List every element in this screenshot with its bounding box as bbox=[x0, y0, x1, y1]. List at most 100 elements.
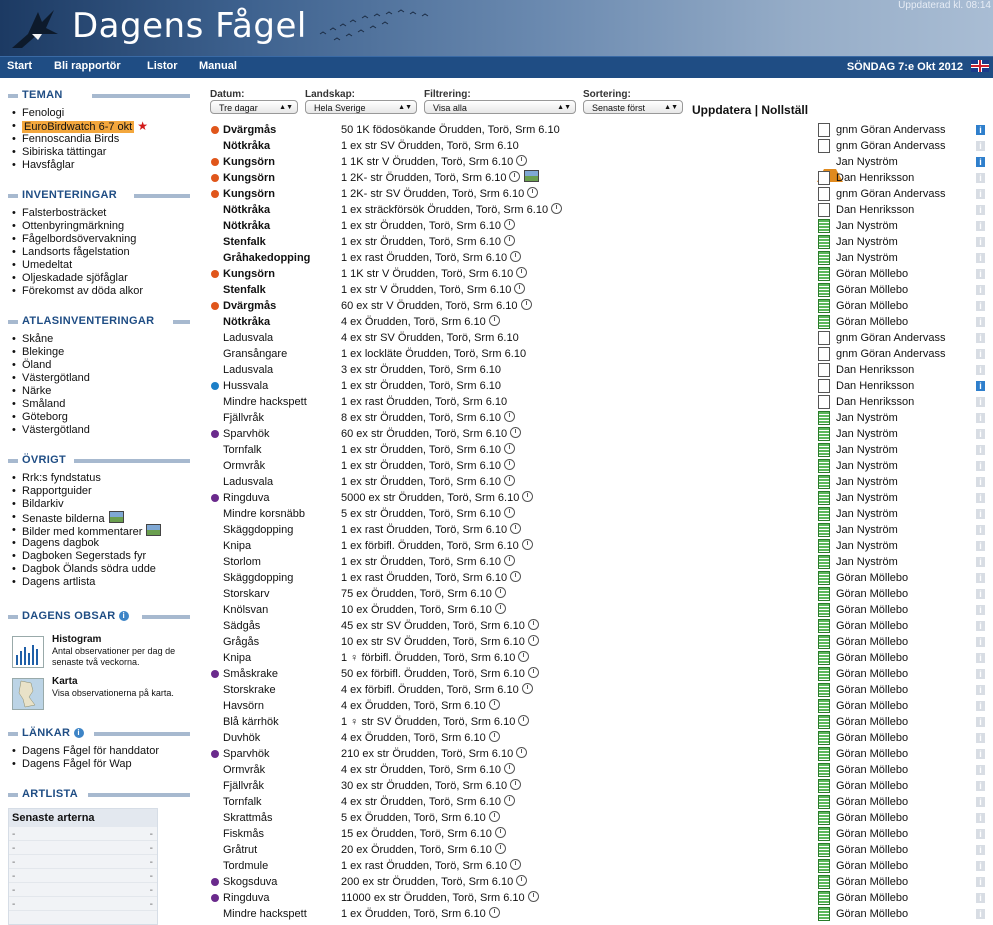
histogram-link[interactable]: Histogram Antal observationer per dag de… bbox=[8, 634, 190, 672]
observation-text[interactable]: 210 ex str Örudden, Torö, Srm 6.10 bbox=[341, 746, 528, 762]
link-landsort[interactable]: Landsorts fågelstation bbox=[8, 246, 190, 259]
reporter-name[interactable]: Göran Möllebo bbox=[836, 698, 908, 714]
observation-text[interactable]: 4 ex förbifl. Örudden, Torö, Srm 6.10 bbox=[341, 682, 533, 698]
observation-text[interactable]: 4 ex Örudden, Torö, Srm 6.10 bbox=[341, 698, 500, 714]
observation-text[interactable]: 1 ex str Örudden, Torö, Srm 6.10 bbox=[341, 474, 515, 490]
karta-link[interactable]: Karta Visa observationerna på karta. bbox=[8, 676, 190, 714]
species-name[interactable]: Mindre korsnäbb bbox=[223, 506, 305, 522]
observation-text[interactable]: 50 ex förbifl. Örudden, Torö, Srm 6.10 bbox=[341, 666, 539, 682]
info-icon[interactable]: i bbox=[976, 509, 985, 519]
info-icon[interactable]: i bbox=[976, 205, 985, 215]
observation-text[interactable]: 1 ex rast Örudden, Torö, Srm 6.10 bbox=[341, 858, 522, 874]
species-name[interactable]: Nötkråka bbox=[223, 314, 270, 330]
reporter-name[interactable]: Göran Möllebo bbox=[836, 826, 908, 842]
observation-text[interactable]: 1 ex sträckförsök Örudden, Torö, Srm 6.1… bbox=[341, 202, 563, 218]
reporter-name[interactable]: Göran Möllebo bbox=[836, 634, 908, 650]
document-icon[interactable] bbox=[818, 379, 830, 393]
info-icon[interactable]: i bbox=[976, 349, 985, 359]
link-oland[interactable]: Öland bbox=[8, 359, 190, 372]
link-umedeltat[interactable]: Umedeltat bbox=[8, 259, 190, 272]
nav-start[interactable]: Start bbox=[7, 60, 32, 72]
info-icon[interactable]: i bbox=[976, 621, 985, 631]
link-sibiriska[interactable]: Sibiriska tättingar bbox=[8, 146, 190, 159]
reporter-name[interactable]: Jan Nyström bbox=[836, 522, 898, 538]
report-list-icon[interactable] bbox=[818, 475, 830, 489]
species-name[interactable]: Nötkråka bbox=[223, 202, 270, 218]
info-icon[interactable]: i bbox=[976, 669, 985, 679]
observation-text[interactable]: 1 ex rast Örudden, Torö, Srm 6.10 bbox=[341, 522, 522, 538]
observation-text[interactable]: 5 ex Örudden, Torö, Srm 6.10 bbox=[341, 810, 500, 826]
reporter-name[interactable]: Göran Möllebo bbox=[836, 858, 908, 874]
document-icon[interactable] bbox=[818, 171, 830, 185]
species-name[interactable]: Tornfalk bbox=[223, 794, 262, 810]
reporter-name[interactable]: Jan Nyström bbox=[836, 410, 898, 426]
report-list-icon[interactable] bbox=[818, 251, 830, 265]
report-list-icon[interactable] bbox=[818, 219, 830, 233]
observation-text[interactable]: 5000 ex str Örudden, Torö, Srm 6.10 bbox=[341, 490, 534, 506]
observation-text[interactable]: 1 ex str Örudden, Torö, Srm 6.10 bbox=[341, 458, 515, 474]
species-name[interactable]: Knipa bbox=[223, 538, 251, 554]
observation-text[interactable]: 4 ex Örudden, Torö, Srm 6.10 bbox=[341, 314, 500, 330]
reporter-name[interactable]: Göran Möllebo bbox=[836, 762, 908, 778]
reporter-name[interactable]: Göran Möllebo bbox=[836, 794, 908, 810]
reporter-name[interactable]: Jan Nyström bbox=[836, 154, 898, 170]
link-ottenby[interactable]: Ottenbyringmärkning bbox=[8, 220, 190, 233]
report-list-icon[interactable] bbox=[818, 427, 830, 441]
species-name[interactable]: Fiskmås bbox=[223, 826, 264, 842]
report-list-icon[interactable] bbox=[818, 299, 830, 313]
report-list-icon[interactable] bbox=[818, 667, 830, 681]
species-name[interactable]: Ringduva bbox=[223, 890, 269, 906]
reporter-name[interactable]: Göran Möllebo bbox=[836, 778, 908, 794]
info-icon[interactable]: i bbox=[976, 541, 985, 551]
reporter-name[interactable]: Dan Henriksson bbox=[836, 394, 914, 410]
observation-text[interactable]: 1 ex Örudden, Torö, Srm 6.10 bbox=[341, 906, 500, 922]
reporter-name[interactable]: Jan Nyström bbox=[836, 538, 898, 554]
info-icon[interactable]: i bbox=[118, 611, 129, 622]
report-list-icon[interactable] bbox=[818, 875, 830, 889]
species-name[interactable]: Kungsörn bbox=[223, 154, 275, 170]
info-icon[interactable]: i bbox=[976, 717, 985, 727]
report-list-icon[interactable] bbox=[818, 267, 830, 281]
link-falsterbo[interactable]: Falsterbosträcket bbox=[8, 207, 190, 220]
species-name[interactable]: Mindre hackspett bbox=[223, 394, 307, 410]
info-icon[interactable]: i bbox=[976, 189, 985, 199]
species-name[interactable]: Dvärgmås bbox=[223, 122, 276, 138]
link-blekinge[interactable]: Blekinge bbox=[8, 346, 190, 359]
reporter-name[interactable]: Göran Möllebo bbox=[836, 842, 908, 858]
info-icon[interactable]: i bbox=[976, 605, 985, 615]
species-name[interactable]: Grågås bbox=[223, 634, 259, 650]
photo-icon[interactable] bbox=[524, 170, 540, 182]
report-list-icon[interactable] bbox=[818, 523, 830, 537]
info-icon[interactable]: i bbox=[976, 285, 985, 295]
info-icon[interactable]: i bbox=[976, 653, 985, 663]
report-list-icon[interactable] bbox=[818, 699, 830, 713]
observation-text[interactable]: 4 ex str SV Örudden, Torö, Srm 6.10 bbox=[341, 330, 519, 346]
species-name[interactable]: Skäggdopping bbox=[223, 570, 293, 586]
info-icon[interactable]: i bbox=[976, 365, 985, 375]
link-bilder-kommentarer[interactable]: Bilder med kommentarer bbox=[8, 524, 190, 538]
report-list-icon[interactable] bbox=[818, 731, 830, 745]
link-doda-alkor[interactable]: Förekomst av döda alkor bbox=[8, 285, 190, 298]
info-icon[interactable]: i bbox=[976, 381, 985, 391]
reporter-name[interactable]: Jan Nyström bbox=[836, 234, 898, 250]
reporter-name[interactable]: Göran Möllebo bbox=[836, 682, 908, 698]
info-icon[interactable]: i bbox=[976, 333, 985, 343]
reporter-name[interactable]: Göran Möllebo bbox=[836, 874, 908, 890]
reporter-name[interactable]: Jan Nyström bbox=[836, 506, 898, 522]
species-name[interactable]: Sparvhök bbox=[223, 746, 269, 762]
link-goteborg[interactable]: Göteborg bbox=[8, 411, 190, 424]
observation-text[interactable]: 1 ex str Örudden, Torö, Srm 6.10 bbox=[341, 554, 515, 570]
reporter-name[interactable]: Jan Nyström bbox=[836, 474, 898, 490]
nav-bli-rapportor[interactable]: Bli rapportör bbox=[54, 60, 121, 72]
observation-text[interactable]: 1 ex str Örudden, Torö, Srm 6.10 bbox=[341, 218, 515, 234]
species-name[interactable]: Hussvala bbox=[223, 378, 268, 394]
info-icon[interactable]: i bbox=[976, 413, 985, 423]
observation-text[interactable]: 1 ex str Örudden, Torö, Srm 6.10 bbox=[341, 234, 515, 250]
species-name[interactable]: Mindre hackspett bbox=[223, 906, 307, 922]
species-name[interactable]: Ringduva bbox=[223, 490, 269, 506]
reporter-name[interactable]: gnm Göran Andervass bbox=[836, 330, 945, 346]
link-smaland[interactable]: Småland bbox=[8, 398, 190, 411]
observation-text[interactable]: 11000 ex str Örudden, Torö, Srm 6.10 bbox=[341, 890, 539, 906]
observation-text[interactable]: 75 ex Örudden, Torö, Srm 6.10 bbox=[341, 586, 506, 602]
observation-text[interactable]: 8 ex str Örudden, Torö, Srm 6.10 bbox=[341, 410, 515, 426]
